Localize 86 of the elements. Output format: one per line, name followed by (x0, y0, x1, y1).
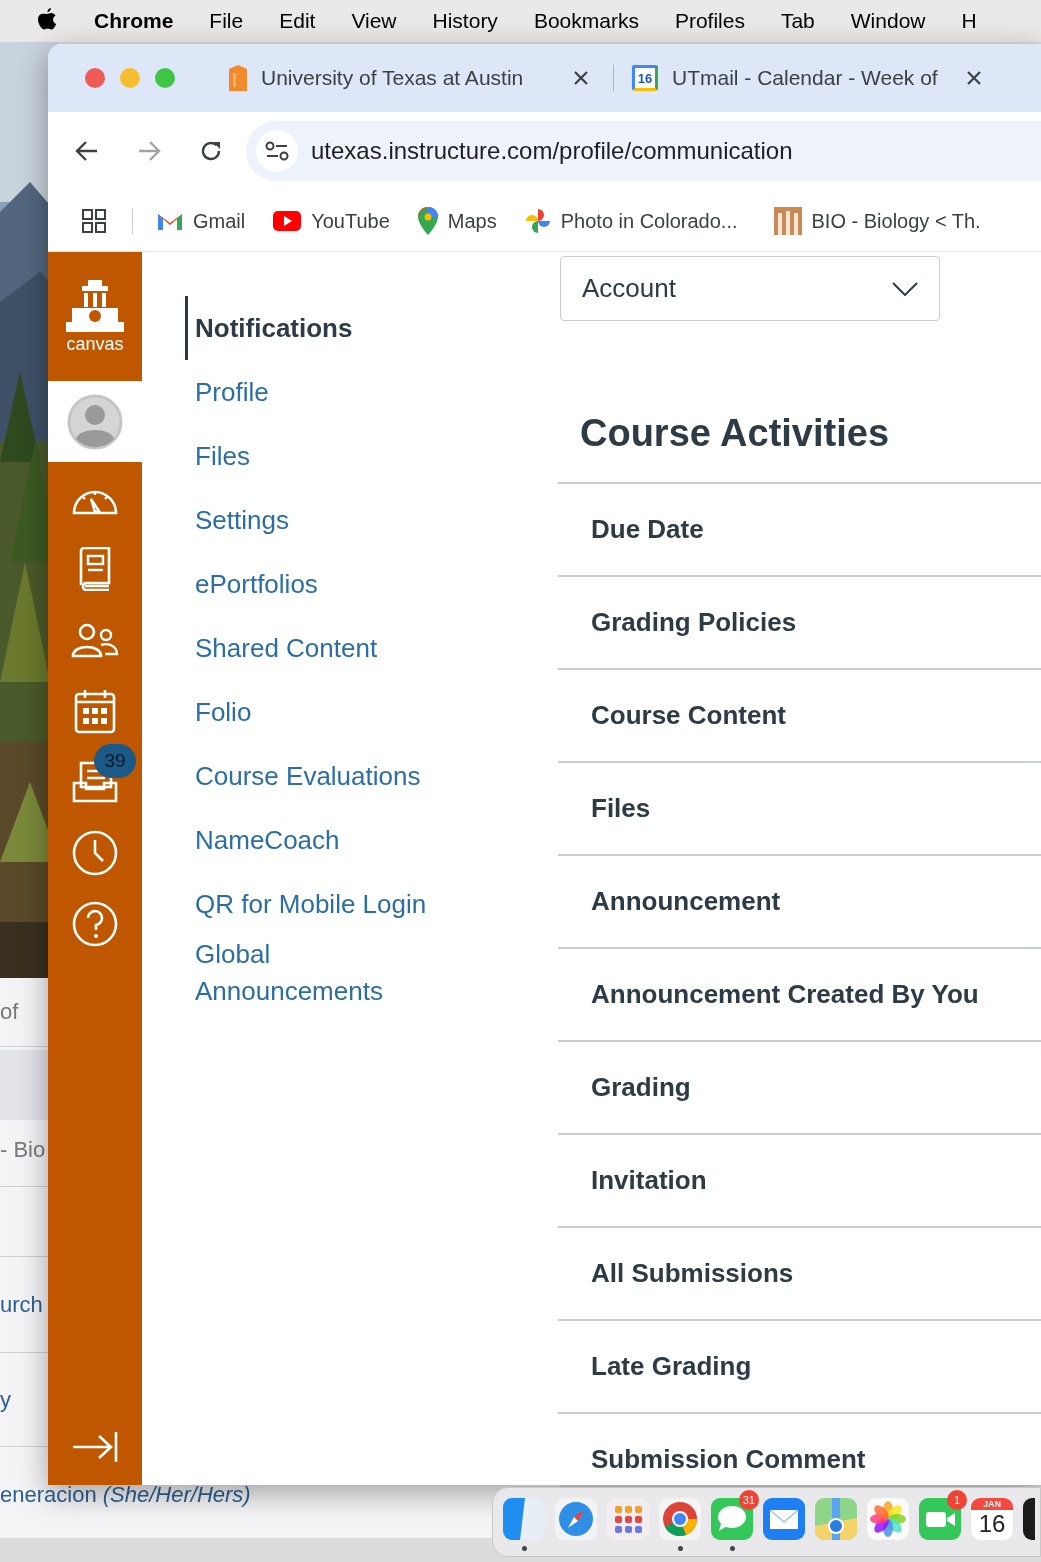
flower-icon[interactable] (867, 1498, 909, 1540)
calendar-app-icon[interactable]: JAN 16 (971, 1498, 1013, 1540)
compass-icon[interactable] (555, 1498, 597, 1540)
background-text: urch (0, 1291, 43, 1319)
category-label: Due Date (591, 513, 704, 546)
url-text: utexas.instructure.com/profile/communication (311, 136, 793, 166)
profile-nav-link[interactable]: Files (195, 437, 445, 475)
people-icon (71, 621, 119, 658)
bookmark[interactable]: Photo in Colorado... (524, 205, 738, 236)
menu-item[interactable]: View (351, 5, 397, 37)
section-heading: Course Activities (580, 412, 890, 454)
menu-item[interactable]: Profiles (674, 5, 745, 37)
building-icon (773, 206, 802, 235)
category-label: Files (591, 792, 651, 825)
address-bar[interactable]: utexas.instructure.com/profile/communication (246, 121, 1041, 181)
category-label: Late Grading (591, 1350, 752, 1383)
nav-item[interactable] (48, 381, 142, 462)
menu-item[interactable]: Window (850, 5, 926, 37)
avatar-icon (67, 393, 123, 450)
close-icon[interactable] (966, 70, 982, 86)
forward-icon[interactable] (137, 140, 161, 162)
close-window-button[interactable] (85, 68, 105, 88)
profile-nav-link[interactable]: NameCoach (195, 821, 445, 859)
category-label: Course Content (591, 699, 786, 732)
map-icon[interactable] (815, 1498, 857, 1540)
category-label: Announcement Created By You (591, 978, 979, 1011)
background-text: y (0, 1386, 11, 1414)
bookmark[interactable]: YouTube (273, 205, 390, 236)
background-text: of (0, 998, 19, 1026)
canvas-logo[interactable]: canvas (48, 252, 142, 381)
bookmark[interactable]: Gmail (157, 205, 246, 236)
play-icon (273, 210, 302, 231)
calendar-icon (74, 687, 116, 734)
map-pin-icon (417, 206, 438, 235)
browser-tab[interactable]: University of Texas at Austin (229, 54, 599, 102)
envelope-icon[interactable] (763, 1498, 805, 1540)
profile-nav-link[interactable]: Shared Content (195, 629, 445, 667)
chat-bubble-icon[interactable] (711, 1498, 753, 1540)
category-label: Submission Comment (591, 1443, 866, 1476)
menu-item[interactable]: H (961, 5, 977, 37)
reload-icon[interactable] (199, 139, 223, 163)
bookmark[interactable]: BIO - Biology < Th. (773, 205, 981, 236)
menu-item[interactable]: Bookmarks (533, 5, 639, 37)
menu-item[interactable]: Edit (279, 5, 316, 37)
notification-badge: 1 (947, 1490, 967, 1510)
profile-nav-link[interactable]: Global Announcements (195, 936, 445, 1010)
collapse-icon[interactable] (71, 1430, 119, 1464)
book-icon (77, 546, 113, 591)
pinwheel-icon (524, 207, 551, 234)
menu-item[interactable]: File (209, 5, 244, 37)
menu-item[interactable]: Tab (780, 5, 815, 37)
back-icon[interactable] (75, 140, 99, 162)
app-menu[interactable]: Chrome (94, 5, 174, 37)
bookmark-icon (229, 65, 247, 91)
profile-nav-link[interactable]: Settings (195, 501, 445, 539)
category-label: Grading Policies (591, 606, 797, 639)
profile-nav-link[interactable]: ePortfolios (195, 565, 445, 603)
unread-badge: 39 (94, 744, 136, 778)
apps-icon[interactable] (82, 208, 106, 233)
category-label: Announcement (591, 885, 781, 918)
background-text: eneracion (She/Her/Hers) (0, 1481, 251, 1509)
browser-tab[interactable]: 16 UTmail - Calendar - Week of (632, 54, 992, 102)
video-camera-icon[interactable] (919, 1498, 961, 1540)
category-label: All Submissions (591, 1257, 794, 1290)
help-icon (72, 900, 118, 947)
category-label: Invitation (591, 1164, 707, 1197)
close-icon[interactable] (573, 70, 589, 86)
background-text: - Bio (0, 1136, 46, 1164)
clock-icon (72, 829, 118, 876)
site-info-icon[interactable] (256, 130, 298, 172)
profile-nav-link[interactable]: QR for Mobile Login (195, 885, 445, 923)
profile-nav-link[interactable]: Notifications (195, 309, 445, 347)
profile-nav-link[interactable]: Folio (195, 693, 445, 731)
bookmark[interactable]: Maps (417, 205, 497, 236)
category-label: Grading (591, 1071, 691, 1104)
notification-badge: 31 (738, 1490, 759, 1510)
calendar-icon: 16 (632, 65, 658, 91)
chevron-down-icon (892, 281, 918, 296)
menu-item[interactable]: History (432, 5, 498, 37)
profile-nav-link[interactable]: Profile (195, 373, 445, 411)
app-icon[interactable] (1023, 1498, 1035, 1540)
app-grid-icon[interactable] (607, 1498, 649, 1540)
finder-icon[interactable] (503, 1498, 545, 1540)
browser-icon[interactable] (659, 1498, 701, 1540)
profile-nav-link[interactable]: Course Evaluations (195, 757, 445, 795)
context-select[interactable]: Account (560, 256, 940, 321)
